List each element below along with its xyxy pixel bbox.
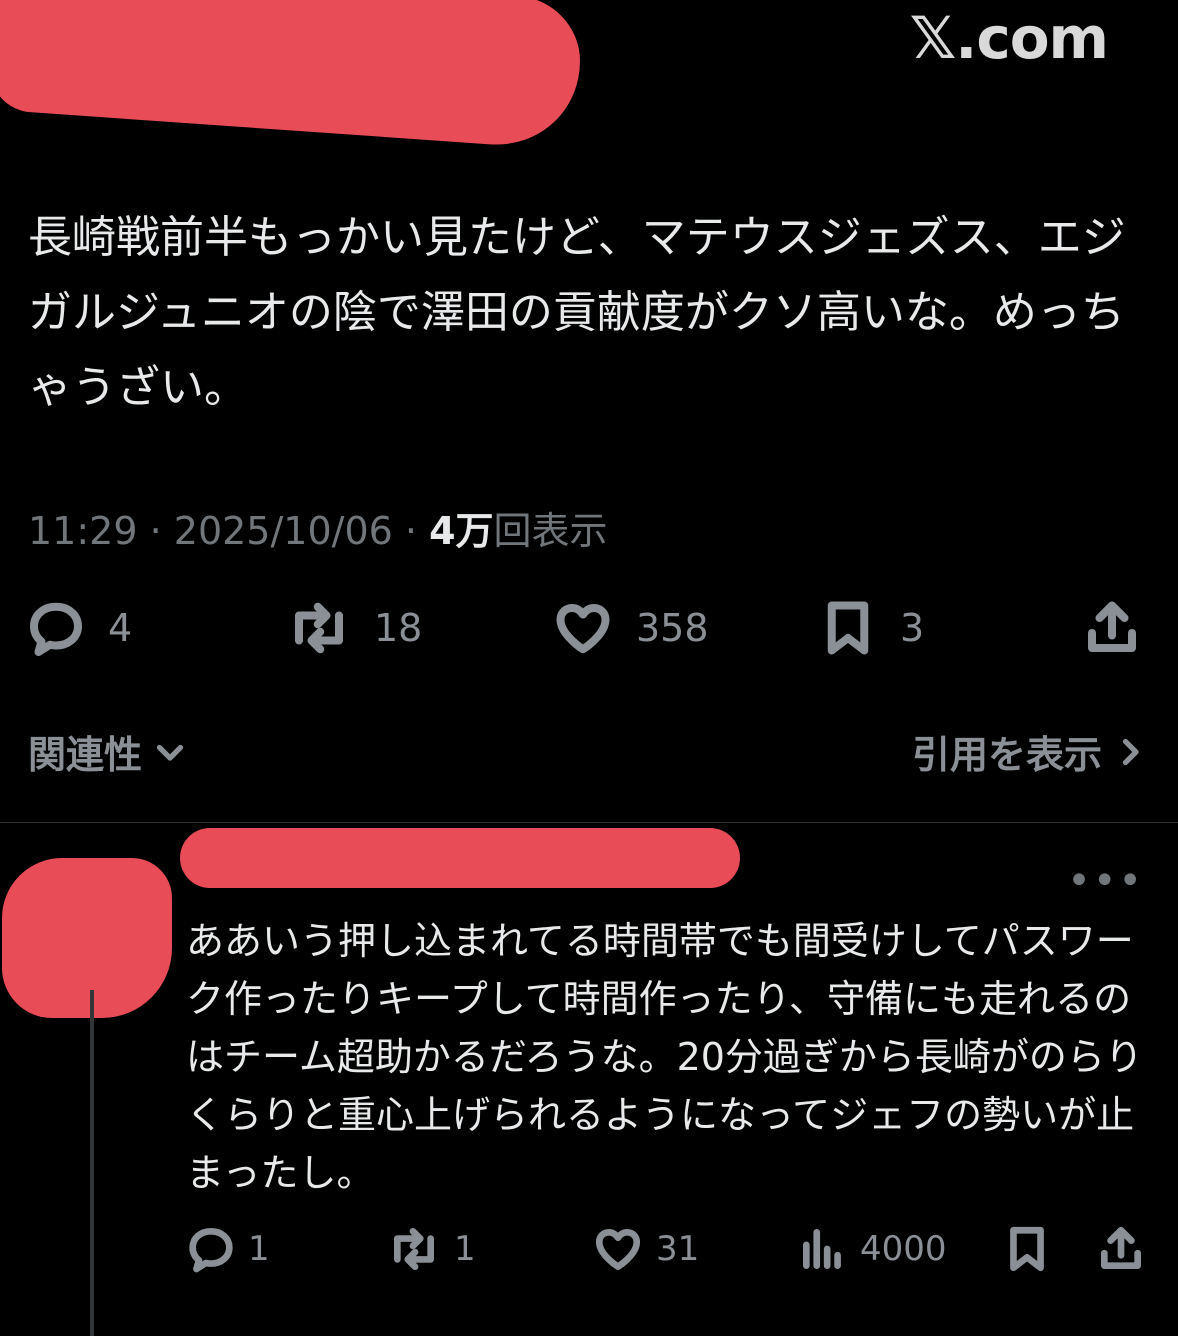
bookmark-count: 3 [900,606,925,650]
more-icon[interactable]: ••• [1067,858,1144,904]
reply-views-count: 4000 [860,1229,947,1269]
reply-like-count: 31 [656,1229,700,1269]
thread-line [90,990,94,1336]
views-label: 回表示 [493,509,608,553]
reply-share-button[interactable] [1096,1224,1146,1274]
repost-icon [295,602,343,654]
reply-text: ああいう押し込まれてる時間帯でも間受けしてパスワーク作ったりキープして時間作った… [186,919,1143,1195]
post-time[interactable]: 11:29 [28,509,138,553]
meta-separator: · [149,509,174,553]
repost-icon [394,1227,434,1271]
reply-button[interactable]: 4 [26,598,132,658]
divider [0,822,1178,823]
meta-separator: · [404,509,430,553]
view-quotes-label: 引用を表示 [911,733,1102,777]
repost-button[interactable]: 18 [286,598,422,658]
like-icon [595,1229,641,1271]
reply-repost-button[interactable]: 1 [386,1224,476,1274]
like-count: 358 [636,606,709,650]
x-com-watermark: 𝕏.com [909,4,1109,72]
reply-reply-button[interactable]: 1 [186,1224,270,1274]
share-icon [1088,601,1136,652]
reply-icon [30,602,82,656]
views-icon [803,1229,841,1269]
share-icon [1101,1226,1141,1269]
bookmark-icon [1010,1226,1044,1272]
redacted-reply-avatar [2,858,172,1018]
reply-reply-count: 1 [248,1229,270,1269]
like-button[interactable]: 358 [552,598,709,658]
redacted-author-name [0,0,580,151]
reply-icon [189,1227,233,1273]
reply-bookmark-button[interactable] [1002,1224,1052,1274]
reply-count: 4 [108,606,133,650]
chevron-right-icon [1122,738,1139,765]
post-text: 長崎戦前半もっかい見たけど、マテウスジェズス、エジガルジュニオの陰で澤田の貢献度… [28,212,1126,413]
relevance-label: 関連性 [28,733,143,777]
views-count: 4万 [429,509,494,553]
repost-count: 18 [374,606,423,650]
reply-like-button[interactable]: 31 [592,1224,699,1274]
reply-repost-count: 1 [454,1229,476,1269]
view-quotes-link[interactable]: 引用を表示 [912,724,1148,779]
redacted-reply-author [180,828,740,888]
post-meta: 11:29 · 2025/10/06 · 4万回表示 [28,500,608,555]
bookmark-icon [827,601,869,655]
chevron-down-icon [156,744,184,761]
share-button[interactable] [1082,598,1142,658]
like-icon [556,604,610,654]
bookmark-button[interactable]: 3 [818,598,924,658]
relevance-dropdown[interactable]: 関連性 [28,724,188,779]
post-date[interactable]: 2025/10/06 [174,509,393,553]
reply-views-button[interactable]: 4000 [798,1224,947,1274]
